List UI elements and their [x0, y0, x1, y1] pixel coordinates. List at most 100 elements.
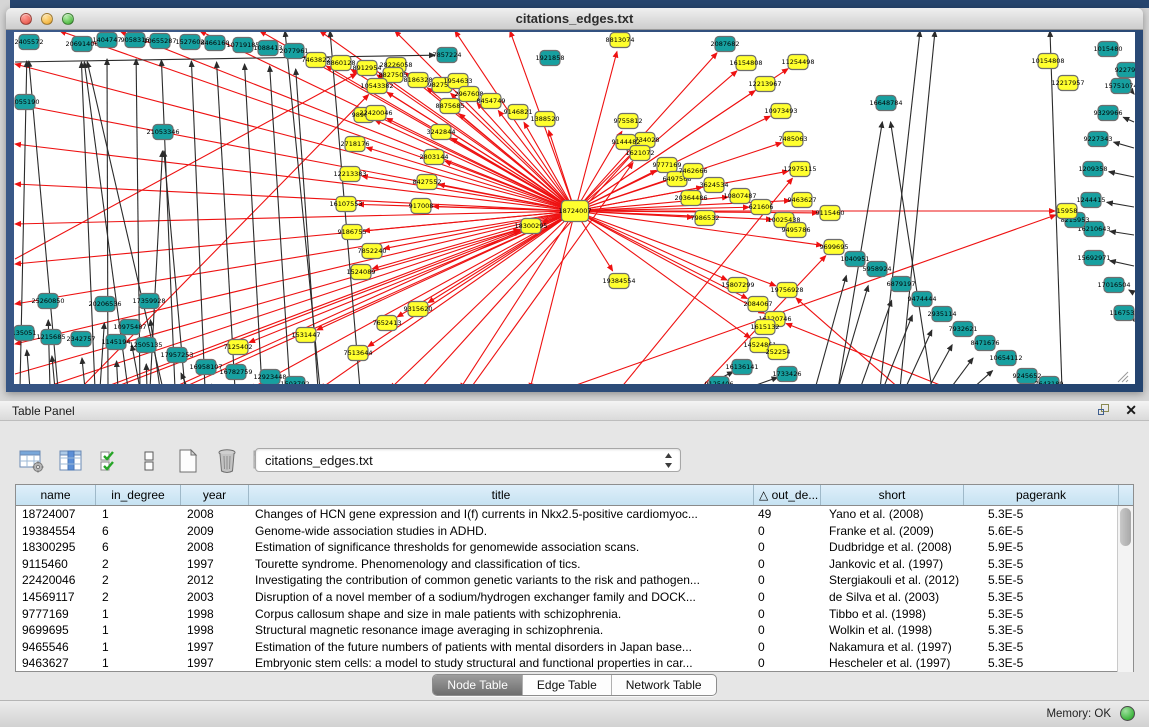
network-node[interactable]: 9329966 — [1094, 106, 1123, 121]
network-node[interactable]: 25260850 — [31, 294, 64, 309]
network-node[interactable]: 2803144 — [420, 150, 449, 165]
float-panel-icon[interactable] — [1098, 404, 1111, 417]
network-node[interactable]: 1244415 — [1077, 193, 1106, 208]
network-node[interactable]: 1921858 — [536, 51, 565, 66]
network-node[interactable]: 7125402 — [224, 340, 253, 355]
network-node[interactable]: 17016504 — [1097, 278, 1130, 293]
network-node[interactable]: 6879197 — [887, 277, 916, 292]
network-node[interactable]: 8427552 — [413, 175, 442, 190]
network-node[interactable]: 17957253 — [160, 348, 193, 363]
network-node[interactable]: 9463627 — [788, 193, 817, 208]
network-canvas[interactable]: 2405572206914061404747905831610655287152… — [14, 32, 1135, 384]
network-node[interactable]: 7462666 — [679, 164, 708, 179]
network-node[interactable]: 8813074 — [606, 33, 635, 48]
network-node[interactable]: 1615132 — [751, 320, 780, 335]
network-node[interactable]: 3624534 — [700, 178, 729, 193]
scrollbar-thumb[interactable] — [1120, 508, 1131, 546]
create-column-icon[interactable] — [174, 447, 202, 475]
network-node[interactable]: 16136141 — [725, 360, 758, 375]
network-node[interactable]: 16782759 — [219, 365, 252, 380]
network-node[interactable]: 16154808 — [729, 56, 762, 71]
table-row[interactable]: 2242004622012Investigating the contribut… — [16, 572, 1133, 589]
table-select-combobox[interactable]: citations_edges.txt — [255, 448, 681, 472]
network-node[interactable]: 9186755 — [338, 225, 367, 240]
tab-network-table[interactable]: Network Table — [612, 675, 716, 695]
network-node[interactable]: 12213383 — [333, 167, 366, 182]
network-node[interactable]: 10975487 — [113, 320, 146, 335]
column-header-pagerank[interactable]: pagerank — [964, 485, 1119, 505]
network-node[interactable]: 21053346 — [146, 125, 179, 140]
network-node[interactable]: 252254 — [766, 345, 791, 360]
network-node[interactable]: 16107553 — [329, 197, 362, 212]
network-node[interactable]: 8912954 — [353, 61, 382, 76]
network-node[interactable]: 9146821 — [504, 105, 533, 120]
network-node[interactable]: 8875685 — [436, 99, 465, 114]
network-node[interactable]: 5958924 — [863, 262, 892, 277]
network-node[interactable]: 1404747 — [93, 33, 122, 48]
network-node[interactable]: 1209358 — [1079, 162, 1108, 177]
network-node[interactable]: 922795 — [1115, 63, 1135, 78]
network-node[interactable]: 9699695 — [820, 240, 849, 255]
column-header-in_degree[interactable]: in_degree — [96, 485, 181, 505]
network-node[interactable]: 7932621 — [949, 322, 978, 337]
network-node[interactable]: 2718176 — [341, 137, 370, 152]
network-node[interactable]: 10154808 — [1031, 54, 1064, 69]
network-node[interactable]: 12213967 — [748, 77, 781, 92]
network-node[interactable]: 16648784 — [869, 96, 902, 111]
network-node[interactable]: 917008 — [409, 199, 434, 214]
table-row[interactable]: 946554611997Estimation of the future num… — [16, 639, 1133, 656]
network-node[interactable]: 1167533 — [1110, 306, 1135, 321]
table-row[interactable]: 969969511998Structural magnetic resonanc… — [16, 622, 1133, 639]
network-node[interactable]: 7852240 — [358, 244, 387, 259]
resize-grip-icon[interactable] — [1118, 372, 1128, 382]
column-header-year[interactable]: year — [181, 485, 249, 505]
network-node[interactable]: 7857224 — [433, 48, 462, 63]
network-node[interactable]: 15958 — [1057, 204, 1078, 219]
network-node[interactable]: 9125406 — [705, 377, 734, 385]
network-node[interactable]: 1088413 — [254, 41, 283, 56]
show-columns-icon[interactable] — [57, 447, 85, 475]
table-row[interactable]: 1830029562008Estimation of significance … — [16, 539, 1133, 556]
network-node[interactable]: 8466160 — [201, 36, 230, 51]
network-node[interactable]: 20206536 — [88, 297, 121, 312]
network-node[interactable]: 9474444 — [908, 292, 937, 307]
table-row[interactable]: 1456911722003Disruption of a novel membe… — [16, 589, 1133, 606]
network-node[interactable]: 8471676 — [971, 336, 1000, 351]
column-header-name[interactable]: name — [16, 485, 96, 505]
network-node[interactable]: 11254498 — [781, 55, 814, 70]
network-node[interactable]: 1621072 — [626, 146, 655, 161]
network-node[interactable]: 7513644 — [344, 346, 373, 361]
network-node[interactable]: 7986532 — [691, 211, 720, 226]
network-node[interactable]: 9315620 — [404, 302, 433, 317]
network-node[interactable]: 10654112 — [989, 351, 1022, 366]
table-row[interactable]: 1938455462009Genome-wide association stu… — [16, 523, 1133, 540]
select-rows-icon[interactable] — [96, 447, 124, 475]
network-node[interactable]: 15692971 — [1077, 251, 1110, 266]
network-node[interactable]: 9115460 — [816, 206, 845, 221]
network-node[interactable]: 135051 — [14, 326, 36, 341]
network-node[interactable]: 1215685 — [37, 330, 66, 345]
delete-column-icon[interactable] — [213, 447, 241, 475]
network-node[interactable]: 3242844 — [427, 125, 456, 140]
network-node[interactable]: 2087682 — [711, 37, 740, 52]
table-mode-icon[interactable] — [18, 447, 46, 475]
network-node[interactable]: 1524089 — [347, 265, 376, 280]
tab-edge-table[interactable]: Edge Table — [523, 675, 612, 695]
network-node[interactable]: 8860128 — [327, 56, 356, 71]
tab-node-table[interactable]: Node Table — [433, 675, 523, 695]
row-height-icon[interactable] — [135, 447, 163, 475]
network-node[interactable]: 1015480 — [1094, 42, 1123, 57]
column-header-title[interactable]: title — [249, 485, 754, 505]
network-node[interactable]: 2405572 — [15, 35, 44, 50]
table-row[interactable]: 911546021997Tourette syndrome. Phenomeno… — [16, 556, 1133, 573]
network-node[interactable]: 15751074 — [1104, 79, 1135, 94]
network-node[interactable]: 1531447 — [292, 328, 321, 343]
network-node[interactable]: 9227343 — [1084, 132, 1113, 147]
table-row[interactable]: 946362711997Embryonic stem cells: a mode… — [16, 655, 1133, 672]
network-node[interactable]: 621606 — [749, 200, 774, 215]
column-header-out_de[interactable]: △ out_de... — [754, 485, 821, 505]
network-node[interactable]: 12217957 — [1051, 76, 1084, 91]
network-node[interactable]: 1145194 — [102, 335, 131, 350]
network-node[interactable]: 18724007 — [558, 201, 591, 222]
network-node[interactable]: 1733426 — [773, 367, 802, 382]
